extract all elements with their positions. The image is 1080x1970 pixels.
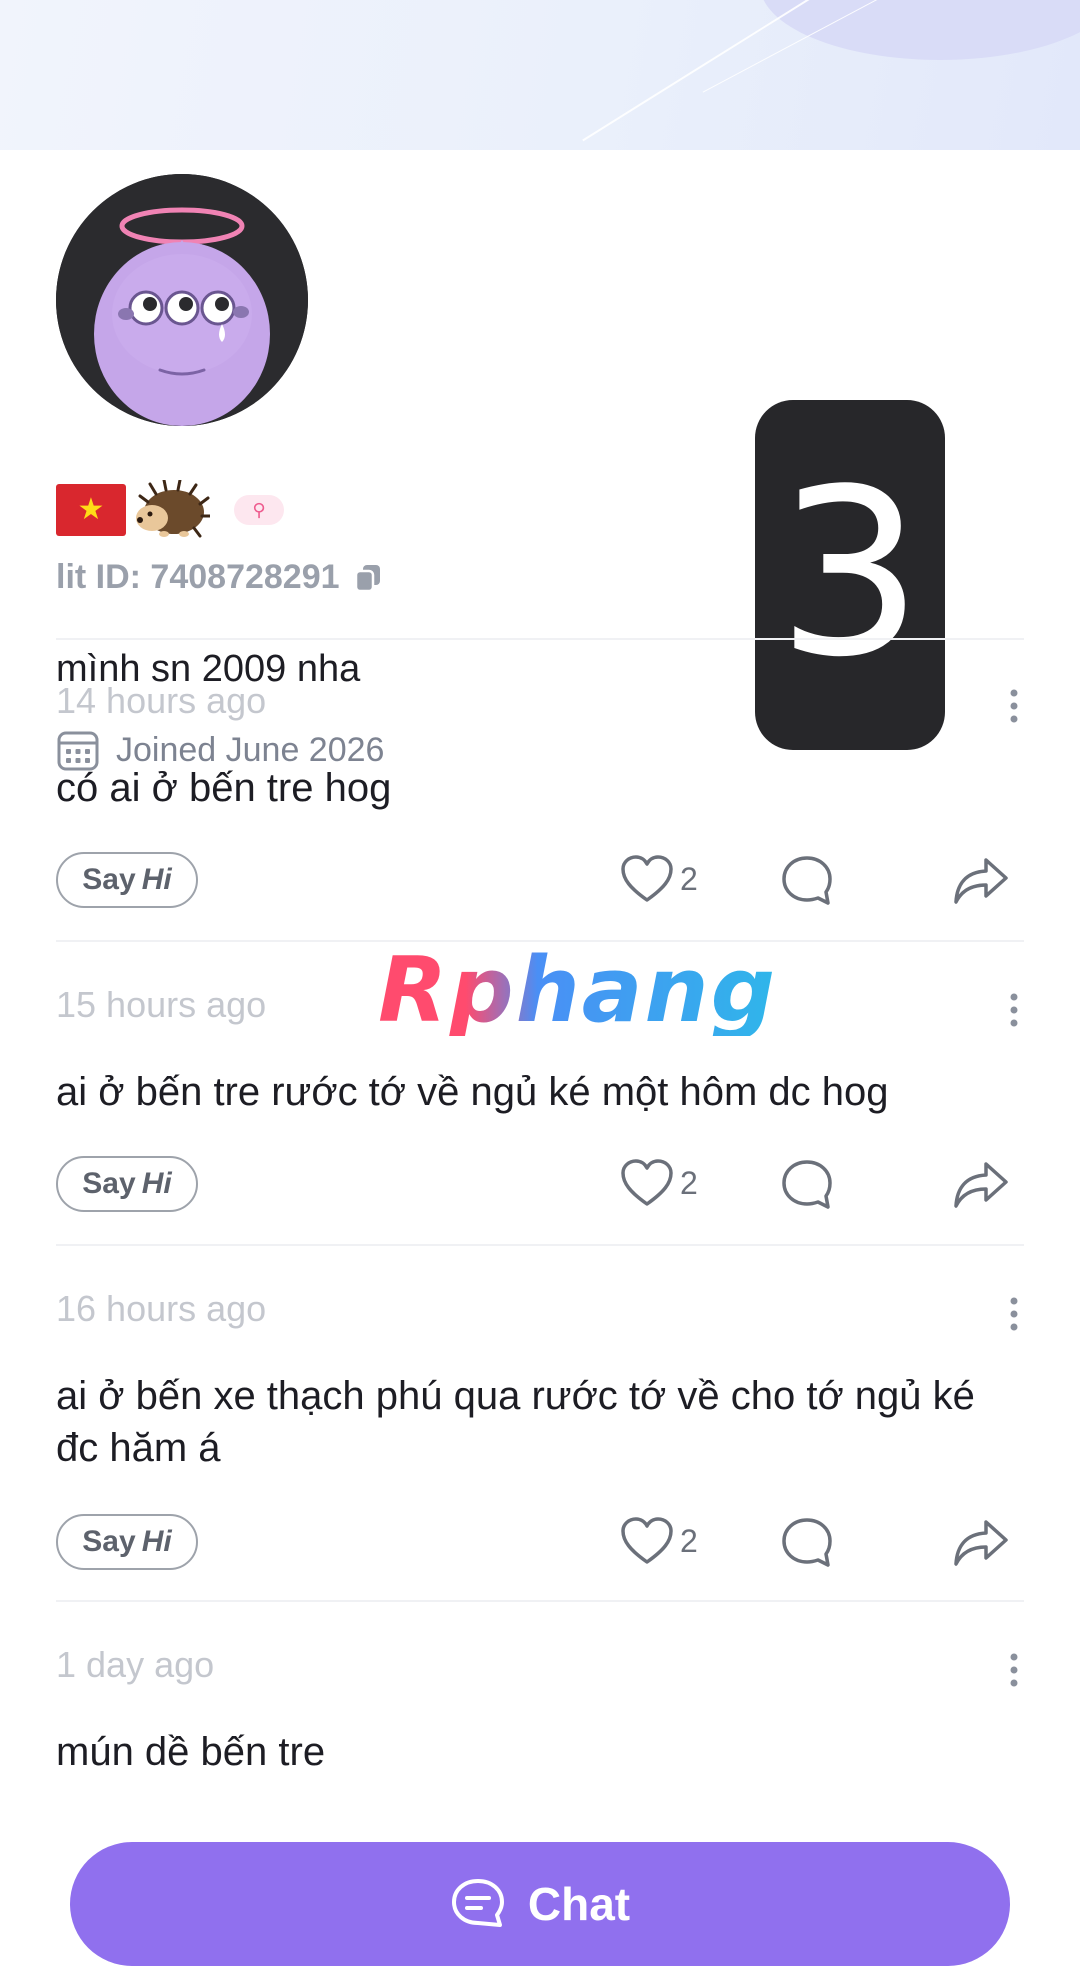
comment-icon[interactable] xyxy=(780,1516,834,1570)
avatar-monster-icon xyxy=(56,174,308,426)
post-item: 16 hours ago ai ở bến xe thạch phú qua r… xyxy=(56,1288,1024,1570)
like-count: 2 xyxy=(680,1164,698,1201)
comment-icon[interactable] xyxy=(780,854,834,908)
say-hi-label: Say xyxy=(82,863,136,896)
like-button[interactable]: 2 xyxy=(620,1158,698,1208)
say-hi-label-hi: Hi xyxy=(141,1525,172,1558)
post-text: ai ở bến tre rước tớ về ngủ ké một hôm d… xyxy=(56,1070,889,1114)
profile-badges: ★ ⚲ xyxy=(56,480,284,540)
more-options-icon[interactable] xyxy=(1004,1652,1024,1688)
profile-header-background xyxy=(0,0,1080,150)
header-decoration xyxy=(760,0,1080,60)
divider xyxy=(56,1600,1024,1602)
post-actions: Say Hi 2 xyxy=(56,1514,1024,1572)
post-timestamp: 1 day ago xyxy=(56,1644,215,1685)
heart-icon xyxy=(621,1159,673,1206)
say-hi-label: Say xyxy=(82,1525,136,1558)
watermark-logo: Rphang xyxy=(378,938,778,1043)
say-hi-label: Say xyxy=(82,1167,136,1200)
vietnam-flag-icon: ★ xyxy=(56,484,126,536)
hedgehog-icon xyxy=(136,480,210,538)
heart-icon xyxy=(621,855,673,902)
lit-id: lit ID: 7408728291 xyxy=(56,558,382,597)
post-item: 14 hours ago có ai ở bến tre hog Say Hi 2 xyxy=(56,680,1024,908)
divider xyxy=(56,638,1024,640)
heart-icon xyxy=(621,1517,673,1564)
post-text: mún dề bến tre xyxy=(56,1730,326,1774)
post-actions: Say Hi 2 xyxy=(56,852,1024,910)
say-hi-button[interactable]: Say Hi xyxy=(56,1156,198,1212)
share-icon[interactable] xyxy=(952,1516,1010,1570)
female-gender-badge: ⚲ xyxy=(234,495,284,525)
post-text: có ai ở bến tre hog xyxy=(56,766,392,810)
post-item: 1 day ago mún dề bến tre xyxy=(56,1644,1024,1804)
divider xyxy=(56,1244,1024,1246)
post-text: ai ở bến xe thạch phú qua rước tớ về cho… xyxy=(56,1374,975,1470)
female-icon: ⚲ xyxy=(252,499,266,520)
post-timestamp: 16 hours ago xyxy=(56,1288,267,1329)
avatar[interactable] xyxy=(56,174,308,426)
say-hi-label-hi: Hi xyxy=(141,863,172,896)
more-options-icon[interactable] xyxy=(1004,992,1024,1028)
like-button[interactable]: 2 xyxy=(620,1516,698,1566)
say-hi-label-hi: Hi xyxy=(141,1167,172,1200)
profile-content: ★ ⚲ lit ID: 7408728291 mình sn 2009 nha … xyxy=(0,150,1080,1970)
comment-icon[interactable] xyxy=(780,1158,834,1212)
like-count: 2 xyxy=(680,860,698,897)
post-timestamp: 15 hours ago xyxy=(56,984,267,1025)
copy-icon[interactable] xyxy=(354,563,382,593)
lit-id-label: lit ID: 7408728291 xyxy=(56,558,340,596)
like-button[interactable]: 2 xyxy=(620,854,698,904)
chat-button-label: Chat xyxy=(527,1878,631,1930)
share-icon[interactable] xyxy=(952,1158,1010,1212)
bottom-action-bar: Chat xyxy=(0,1818,1080,1970)
chat-button[interactable]: Chat xyxy=(70,1842,1010,1966)
more-options-icon[interactable] xyxy=(1004,688,1024,724)
say-hi-button[interactable]: Say Hi xyxy=(56,1514,198,1570)
post-actions: Say Hi 2 xyxy=(56,1156,1024,1214)
share-icon[interactable] xyxy=(952,854,1010,908)
post-timestamp: 14 hours ago xyxy=(56,680,267,721)
like-count: 2 xyxy=(680,1522,698,1559)
say-hi-button[interactable]: Say Hi xyxy=(56,852,198,908)
more-options-icon[interactable] xyxy=(1004,1296,1024,1332)
chat-bubble-icon xyxy=(451,1879,504,1927)
